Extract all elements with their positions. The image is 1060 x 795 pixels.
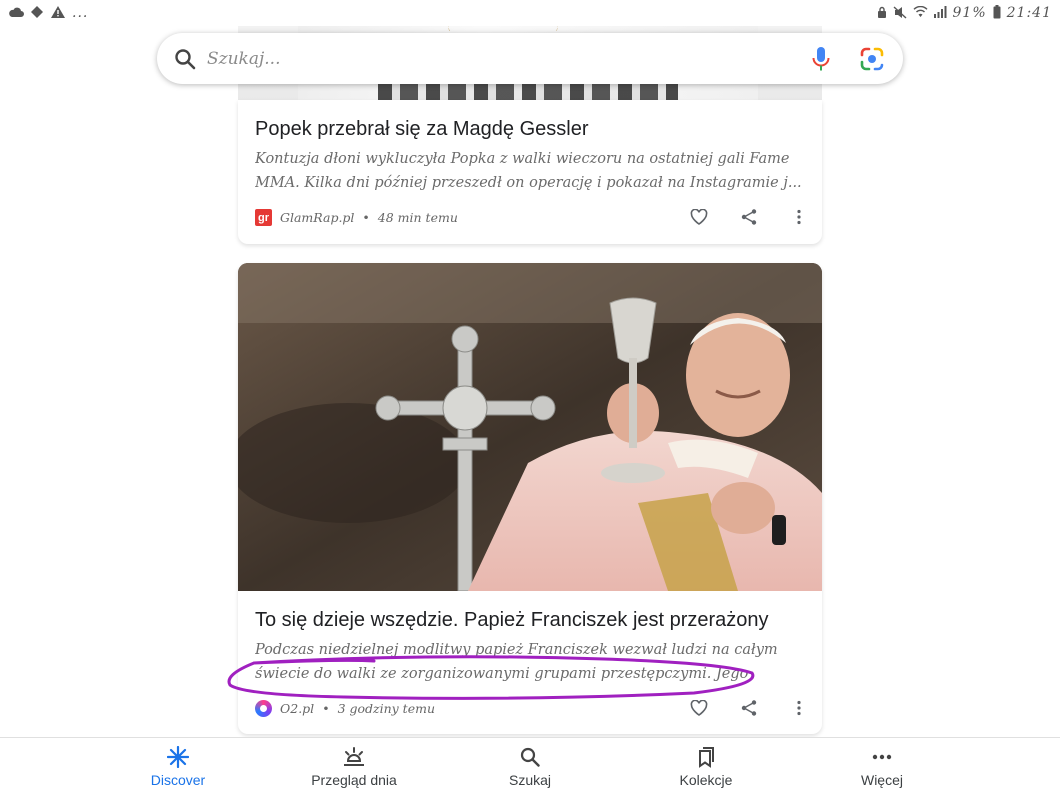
lock-icon bbox=[877, 6, 887, 21]
nav-wiecej[interactable]: Więcej bbox=[817, 745, 947, 788]
wifi-icon bbox=[913, 5, 928, 20]
card-image-pope[interactable] bbox=[238, 263, 822, 591]
discover-feed[interactable]: Popek przebrał się za Magdę Gessler Kont… bbox=[0, 0, 1060, 737]
o2-logo bbox=[255, 700, 272, 717]
nav-label: Kolekcje bbox=[679, 772, 733, 788]
more-vert-icon[interactable] bbox=[790, 699, 808, 717]
bottom-nav: Discover Przegląd dnia Szukaj Kolekcje W… bbox=[0, 737, 1060, 795]
nav-kolekcje[interactable]: Kolekcje bbox=[641, 745, 771, 788]
card-source[interactable]: GlamRap.pl bbox=[280, 210, 354, 225]
mic-icon[interactable] bbox=[809, 45, 833, 73]
mute-icon bbox=[893, 5, 907, 21]
card-title[interactable]: To się dzieje wszędzie. Papież Francisze… bbox=[255, 609, 769, 632]
share-icon[interactable] bbox=[740, 208, 758, 226]
search-icon bbox=[175, 48, 196, 69]
card-title[interactable]: Popek przebrał się za Magdę Gessler bbox=[255, 118, 589, 141]
card-meta: O2.pl • 3 godziny temu bbox=[255, 700, 435, 717]
nav-label: Discover bbox=[150, 772, 206, 788]
news-card[interactable]: Popek przebrał się za Magdę Gessler Kont… bbox=[238, 100, 822, 244]
card-time: 48 min temu bbox=[377, 210, 458, 225]
more-dots-icon: ... bbox=[72, 5, 89, 21]
more-vert-icon[interactable] bbox=[790, 208, 808, 226]
status-left: ... bbox=[8, 5, 88, 21]
status-right: 91% 21:41 bbox=[877, 5, 1052, 21]
card-snippet: Kontuzja dłoni wykluczyła Popka z walki … bbox=[255, 151, 802, 191]
news-card[interactable]: To się dzieje wszędzie. Papież Francisze… bbox=[238, 263, 822, 734]
battery-percent: 91% bbox=[952, 5, 987, 21]
meta-separator: • bbox=[322, 701, 330, 716]
card-snippet: Podczas niedzielnej modlitwy papież Fran… bbox=[255, 642, 778, 682]
diamond-icon bbox=[30, 5, 44, 21]
more-dots-icon bbox=[870, 745, 894, 769]
pope-photo-illustration bbox=[238, 263, 822, 591]
warning-icon bbox=[50, 5, 66, 21]
google-lens-icon[interactable] bbox=[859, 46, 885, 72]
card-meta: gr GlamRap.pl • 48 min temu bbox=[255, 209, 458, 226]
sunrise-icon bbox=[342, 745, 366, 769]
nav-przeglad-dnia[interactable]: Przegląd dnia bbox=[289, 745, 419, 788]
glamrap-logo: gr bbox=[255, 209, 272, 226]
cloud-icon bbox=[8, 6, 24, 20]
heart-icon[interactable] bbox=[690, 699, 708, 717]
search-icon bbox=[518, 745, 542, 769]
heart-icon[interactable] bbox=[690, 208, 708, 226]
signal-icon bbox=[933, 6, 947, 20]
share-icon[interactable] bbox=[740, 699, 758, 717]
collections-icon bbox=[694, 745, 718, 769]
clock: 21:41 bbox=[1006, 5, 1052, 21]
nav-label: Szukaj bbox=[508, 772, 552, 788]
card-actions bbox=[690, 699, 808, 717]
nav-szukaj[interactable]: Szukaj bbox=[465, 745, 595, 788]
card-time: 3 godziny temu bbox=[337, 701, 436, 716]
search-input[interactable] bbox=[207, 48, 809, 69]
nav-label: Więcej bbox=[860, 772, 903, 788]
meta-separator: • bbox=[362, 210, 370, 225]
status-bar: ... 91% 21:41 bbox=[0, 0, 1060, 26]
discover-asterisk-icon bbox=[166, 745, 190, 769]
search-bar[interactable] bbox=[157, 33, 903, 84]
battery-icon bbox=[993, 5, 1001, 21]
nav-label: Przegląd dnia bbox=[311, 772, 397, 788]
nav-discover[interactable]: Discover bbox=[113, 745, 243, 788]
card-actions bbox=[690, 208, 808, 226]
card-source[interactable]: O2.pl bbox=[280, 701, 314, 716]
